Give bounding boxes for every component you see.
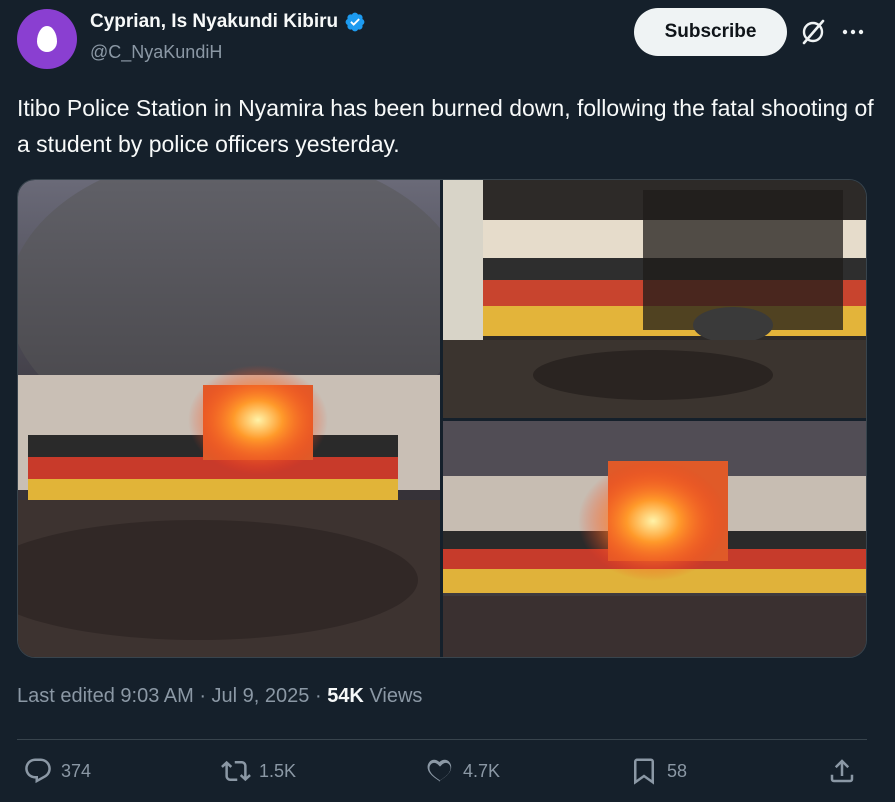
reply-icon (25, 758, 51, 784)
share-icon (830, 759, 854, 783)
tweet: Cyprian, Is Nyakundi Kibiru @C_NyaKundiH… (0, 0, 895, 802)
reply-count: 374 (61, 760, 92, 781)
media-photo-1[interactable] (18, 180, 440, 657)
author-handle[interactable]: @C_NyaKundiH (90, 42, 222, 63)
tweet-text: Itibo Police Station in Nyamira has been… (17, 95, 874, 157)
avatar[interactable] (17, 9, 77, 69)
share-button[interactable] (827, 756, 857, 786)
media-grid (17, 179, 867, 658)
more-icon[interactable] (840, 22, 866, 42)
views-label: Views (363, 685, 423, 707)
action-bar: 374 1.5K 4.7K 58 (17, 756, 867, 796)
avatar-egg-icon (37, 26, 57, 52)
repost-icon (221, 760, 251, 782)
grok-icon[interactable] (799, 18, 827, 46)
like-count: 4.7K (463, 760, 501, 781)
author-name-row: Cyprian, Is Nyakundi Kibiru (90, 11, 366, 33)
tweet-meta: Last edited 9:03 AM · Jul 9, 2025 · 54K … (17, 685, 422, 708)
repost-button[interactable]: 1.5K (221, 756, 296, 786)
bookmark-icon (634, 758, 654, 785)
subscribe-button[interactable]: Subscribe (634, 8, 787, 56)
media-photo-2[interactable] (443, 180, 866, 418)
repost-count: 1.5K (259, 760, 297, 781)
views-count: 54K (327, 685, 364, 707)
bookmark-button[interactable]: 58 (629, 756, 687, 786)
author-display-name[interactable]: Cyprian, Is Nyakundi Kibiru (90, 11, 338, 33)
reply-button[interactable]: 374 (23, 756, 91, 786)
heart-icon (427, 759, 452, 782)
divider (17, 739, 867, 740)
media-photo-3[interactable] (443, 421, 866, 657)
like-button[interactable]: 4.7K (425, 756, 500, 786)
edited-timestamp[interactable]: Last edited 9:03 AM · Jul 9, 2025 · (17, 685, 327, 707)
verified-badge-icon (345, 12, 365, 32)
bookmark-count: 58 (667, 760, 688, 781)
